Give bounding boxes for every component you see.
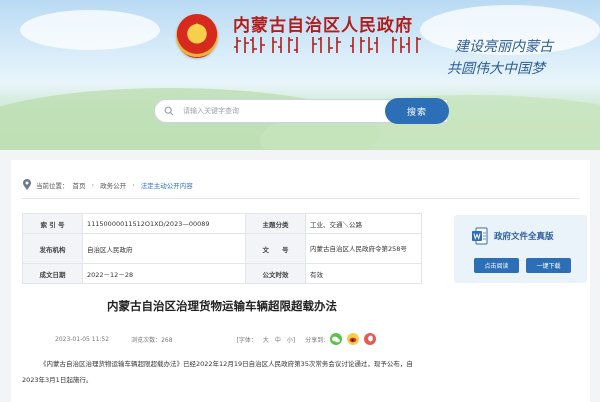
cloud-decoration (20, 10, 160, 50)
full-text-card: 政府文件全真版 点击阅读 一键下载 (454, 215, 587, 283)
breadcrumb-label: 当前位置： (36, 182, 69, 190)
slogan: 建设亮丽内蒙古 共圆伟大中国梦 (447, 36, 590, 80)
document-meta-table: 索 引 号 11150000011512O1XD/2023—00089 主题分类… (22, 213, 422, 284)
view-count: 浏览次数：268 (131, 336, 173, 344)
site-header: ★ 内蒙古自治区人民政府 建设亮丽内蒙古 共圆伟大中国梦 请输入关键字查询 搜索 (0, 0, 600, 150)
font-medium-button[interactable]: 中 (275, 335, 281, 344)
breadcrumb: 当前位置： 首页 › 政务公开 › 法定主动公开内容 (22, 178, 193, 192)
font-label: [字体： (236, 336, 257, 344)
table-row: 索 引 号 11150000011512O1XD/2023—00089 主题分类… (22, 213, 422, 234)
document-info-row: 2023-01-05 11:52 浏览次数：268 [字体： 大 中 小] 分享… (22, 332, 422, 346)
font-size-control: [字体： 大 中 小] (237, 335, 296, 344)
font-small-button[interactable]: 小] (287, 335, 295, 344)
qq-icon[interactable] (364, 333, 377, 345)
document-body: 《内蒙古自治区治理货物运输车辆超限超载办法》已经2022年12月19日自治区人民… (22, 360, 413, 384)
star-icon: ★ (191, 20, 203, 34)
document-title: 内蒙古自治区治理货物运输车辆超限超载办法 (107, 299, 337, 313)
search-button[interactable]: 搜索 (385, 98, 449, 124)
main-panel: 当前位置： 首页 › 政务公开 › 法定主动公开内容 索 引 号 1115000… (11, 160, 590, 402)
validity-label: 公文时效 (245, 263, 306, 284)
issuer-value: 自治区人民政府 (82, 233, 246, 264)
site-title[interactable]: 内蒙古自治区人民政府 (233, 11, 413, 36)
breadcrumb-separator: › (132, 181, 135, 189)
slogan-line: 建设亮丽内蒙古 (455, 39, 553, 55)
validity-value: 有效 (305, 263, 422, 284)
date-label: 成文日期 (22, 263, 83, 284)
card-title: 政府文件全真版 (494, 232, 554, 242)
download-button[interactable]: 一键下载 (526, 258, 571, 273)
date-value: 2022－12－28 (82, 263, 246, 284)
read-button[interactable]: 点击阅读 (474, 258, 519, 273)
share-label: 分享到: (305, 336, 326, 344)
search-input[interactable]: 请输入关键字查询 (183, 106, 239, 116)
slogan-line: 共圆伟大中国梦 (447, 61, 545, 77)
breadcrumb-current[interactable]: 法定主动公开内容 (141, 180, 193, 190)
word-document-icon (472, 227, 488, 245)
search-icon (155, 99, 183, 123)
mongolian-script-title (234, 37, 421, 53)
breadcrumb-gov-affairs[interactable]: 政务公开 (100, 180, 126, 190)
breadcrumb-home[interactable]: 首页 (73, 180, 86, 190)
publish-time: 2023-01-05 11:52 (55, 335, 110, 343)
breadcrumb-separator: › (91, 181, 95, 189)
table-row: 成文日期 2022－12－28 公文时效 有效 (22, 263, 422, 284)
issuer-label: 发布机构 (22, 233, 83, 264)
location-pin-icon (23, 179, 31, 190)
weibo-icon[interactable] (347, 333, 360, 345)
wechat-icon[interactable] (330, 333, 343, 345)
index-label: 索 引 号 (22, 213, 83, 234)
font-large-button[interactable]: 大 (263, 335, 269, 344)
index-value: 11150000011512O1XD/2023—00089 (82, 213, 246, 234)
divider (22, 198, 580, 199)
table-row: 发布机构 自治区人民政府 文 号 内蒙古自治区人民政府令第258号 (22, 233, 422, 264)
docno-label: 文 号 (245, 233, 306, 264)
docno-value: 内蒙古自治区人民政府令第258号 (305, 233, 422, 264)
topic-value: 工业、交通＼公路 (305, 213, 422, 234)
topic-label: 主题分类 (245, 213, 306, 234)
